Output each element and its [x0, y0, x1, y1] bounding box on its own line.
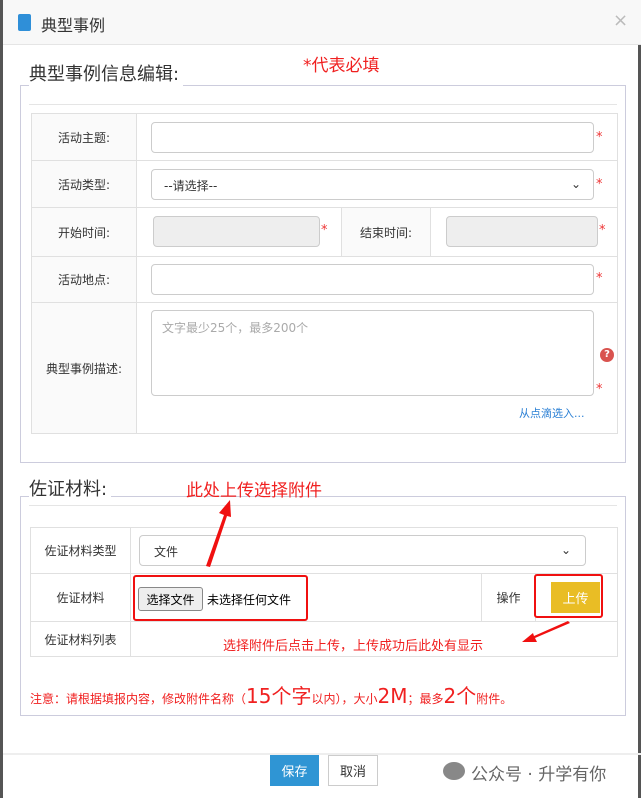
watermark: 公众号 · 升学有你 [471, 765, 607, 785]
save-button[interactable]: 保存 [270, 755, 319, 786]
upload-note: 注意：请根据填报内容，修改附件名称（15个字以内），大小2M；最多2个附件。 [30, 684, 513, 708]
annotation-arrows [206, 500, 570, 642]
arrow-left [522, 621, 570, 642]
wechat-icon [443, 762, 465, 780]
arrow-up [206, 500, 231, 567]
cancel-button[interactable]: 取消 [328, 755, 378, 786]
